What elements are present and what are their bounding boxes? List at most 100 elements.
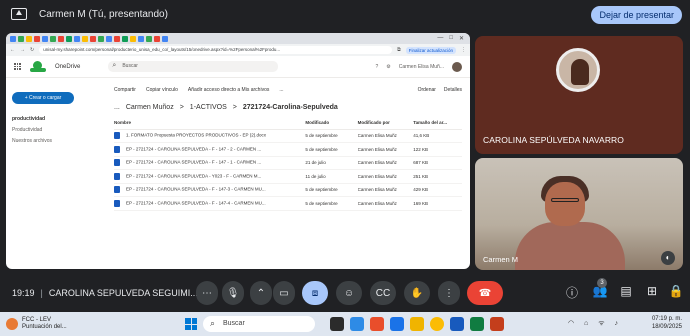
raise-hand-icon[interactable]: ✋ xyxy=(404,281,430,305)
browser-menu-icon[interactable]: ⋮ xyxy=(461,47,466,53)
file-name[interactable]: EP - 2721724 - CAROLINA SEPULVEDA - F - … xyxy=(126,146,261,151)
host-controls-icon[interactable]: 🔒 xyxy=(667,284,685,298)
chat-icon[interactable]: ▤ xyxy=(617,284,635,298)
tab-icon[interactable] xyxy=(122,35,128,42)
edge-browser-icon[interactable] xyxy=(390,317,404,331)
extensions-icon[interactable]: ⧉ xyxy=(397,47,401,53)
table-row[interactable]: EP - 2721724 - CAROLINA SEPULVEDA - F - … xyxy=(114,196,462,211)
tab-icon[interactable] xyxy=(162,35,168,42)
tab-icon[interactable] xyxy=(74,35,80,42)
tab-icon[interactable] xyxy=(66,35,72,42)
file-explorer-icon[interactable] xyxy=(410,317,424,331)
camera-icon[interactable]: ▭ xyxy=(273,281,295,305)
copy-link-command[interactable]: Copiar vínculo xyxy=(146,87,178,93)
column-modified[interactable]: Modificado xyxy=(305,117,358,130)
file-name[interactable]: EP - 2721724 - CAROLINA SEPULVEDA - F - … xyxy=(126,200,266,205)
excel-icon[interactable] xyxy=(470,317,484,331)
tab-icon[interactable] xyxy=(130,35,136,42)
tab-icon[interactable] xyxy=(10,35,16,42)
participant-tile-carmen[interactable]: Carmen M ◐ xyxy=(475,158,683,270)
tab-icon[interactable] xyxy=(146,35,152,42)
tab-icon[interactable] xyxy=(34,35,40,42)
table-row[interactable]: 1. FORMATO Propuesta PROYECTOS PRODUCTIV… xyxy=(114,129,462,143)
task-view-icon[interactable] xyxy=(330,317,344,331)
breadcrumb-carmen[interactable]: Carmen Muñoz xyxy=(126,104,174,111)
weather-widget[interactable]: FCC - LEV Puntuación del... xyxy=(6,317,67,331)
present-screen-button[interactable]: ⧈ xyxy=(302,281,328,305)
create-upload-button[interactable]: + Crear o cargar xyxy=(12,92,74,104)
acrobat-icon[interactable] xyxy=(490,317,504,331)
outlook-icon[interactable] xyxy=(450,317,464,331)
tab-icon[interactable] xyxy=(50,35,56,42)
tab-icon[interactable] xyxy=(114,35,120,42)
file-name[interactable]: EP - 2721724 - CAROLINA SEPULVEDA - F - … xyxy=(126,160,261,165)
window-controls: — □ ✕ xyxy=(437,35,470,42)
maximize-icon[interactable]: □ xyxy=(449,35,453,42)
file-name[interactable]: 1. FORMATO Propuesta PROYECTOS PRODUCTIV… xyxy=(126,133,266,138)
back-icon[interactable]: ← xyxy=(10,47,15,53)
more-reactions-icon[interactable]: ⋯ xyxy=(196,281,218,305)
details-command[interactable]: Detalles xyxy=(444,87,462,93)
end-call-button[interactable]: ☎ xyxy=(467,281,503,305)
tab-icon[interactable] xyxy=(154,35,160,42)
emoji-reaction-icon[interactable]: ☺ xyxy=(336,281,362,305)
table-row[interactable]: EP - 2721724 - CAROLINA SEPULVEDA - F - … xyxy=(114,183,462,197)
update-browser-button[interactable]: Finalizar actualización xyxy=(405,46,456,54)
copilot-icon[interactable] xyxy=(370,317,384,331)
table-row[interactable]: EP - 2721724 - CAROLINA SEPULVEDA - F - … xyxy=(114,142,462,157)
system-tray-icons[interactable]: ◠ ⌂ ᯤ ♪ xyxy=(568,319,622,328)
table-row[interactable]: EP - 2721724 - CAROLINA SEPULVEDA - F - … xyxy=(114,156,462,170)
close-icon[interactable]: ✕ xyxy=(459,35,464,42)
nav-item-nuestros-archivos[interactable]: Nuestros archivos xyxy=(12,138,100,144)
tab-icon[interactable] xyxy=(106,35,112,42)
windows-start-icon[interactable] xyxy=(185,318,197,330)
tile-options-icon[interactable]: ◐ xyxy=(661,251,675,265)
url-field[interactable]: unisal-my.sharepoint.com/personal/produc… xyxy=(39,46,393,54)
more-options-icon[interactable]: ⋮ xyxy=(438,281,460,305)
tab-icon[interactable] xyxy=(98,35,104,42)
file-modified-by: Carmen Elisa Muñz xyxy=(357,156,414,170)
settings-gear-icon[interactable]: ⚙ xyxy=(386,64,390,70)
file-name[interactable]: EP - 2721724 - CAROLINA SEPULVEDA - F - … xyxy=(126,187,266,192)
captions-icon[interactable]: CC xyxy=(370,281,396,305)
nav-item-productividad[interactable]: Productividad xyxy=(12,127,100,133)
video-options-chevron-icon[interactable]: ⌃ xyxy=(250,281,272,305)
tab-icon[interactable] xyxy=(138,35,144,42)
tab-icon[interactable] xyxy=(90,35,96,42)
share-command[interactable]: Compartir xyxy=(114,87,136,93)
taskbar-search-input[interactable]: Buscar xyxy=(203,315,315,332)
more-command[interactable]: ... xyxy=(279,87,283,93)
breadcrumb-activos[interactable]: 1-ACTIVOS xyxy=(190,104,227,111)
onedrive-search-input[interactable]: Buscar xyxy=(108,60,279,72)
meeting-info-icon[interactable]: ⓘ xyxy=(563,284,581,301)
reload-icon[interactable]: ↻ xyxy=(30,47,34,53)
add-shortcut-command[interactable]: Añadir acceso directo a Mis archivos xyxy=(188,87,269,93)
app-launcher-icon[interactable] xyxy=(14,63,21,70)
tab-icon[interactable] xyxy=(58,35,64,42)
help-icon[interactable]: ? xyxy=(375,64,378,70)
minimize-icon[interactable]: — xyxy=(437,35,443,42)
stop-presenting-button[interactable]: Dejar de presentar xyxy=(591,6,682,24)
forward-icon[interactable]: → xyxy=(20,47,25,53)
sort-command[interactable]: Ordenar xyxy=(418,87,436,93)
widgets-icon[interactable] xyxy=(350,317,364,331)
tab-icon[interactable] xyxy=(26,35,32,42)
column-name[interactable]: Nombre xyxy=(114,117,306,130)
file-name[interactable]: EP - 2721724 - CAROLINA SEPULVEDA - Y023… xyxy=(126,173,261,178)
activities-icon[interactable]: ⊞ xyxy=(643,284,661,298)
meeting-title: CAROLINA SEPULVEDA SEGUIMI... xyxy=(48,288,198,298)
column-size[interactable]: Tamaño del ar... xyxy=(413,117,462,130)
clock[interactable]: 07:19 p. m. 18/09/2025 xyxy=(652,315,682,331)
table-row[interactable]: EP - 2721724 - CAROLINA SEPULVEDA - Y023… xyxy=(114,169,462,184)
tab-icon[interactable] xyxy=(82,35,88,42)
participant-tile-carolina[interactable]: CAROLINA SEPÚLVEDA NAVARRO xyxy=(475,36,683,154)
breadcrumb-ellipsis[interactable]: ... xyxy=(114,104,120,111)
file-size: 251 KB xyxy=(413,169,462,184)
browser-address-bar: ← → ↻ unisal-my.sharepoint.com/personal/… xyxy=(6,44,470,56)
tab-icon[interactable] xyxy=(18,35,24,42)
column-modified-by[interactable]: Modificado por xyxy=(357,117,414,130)
microphone-icon[interactable]: 🎙 xyxy=(222,281,244,305)
tab-icon[interactable] xyxy=(42,35,48,42)
chrome-icon[interactable] xyxy=(430,317,444,331)
user-avatar[interactable] xyxy=(452,61,462,72)
